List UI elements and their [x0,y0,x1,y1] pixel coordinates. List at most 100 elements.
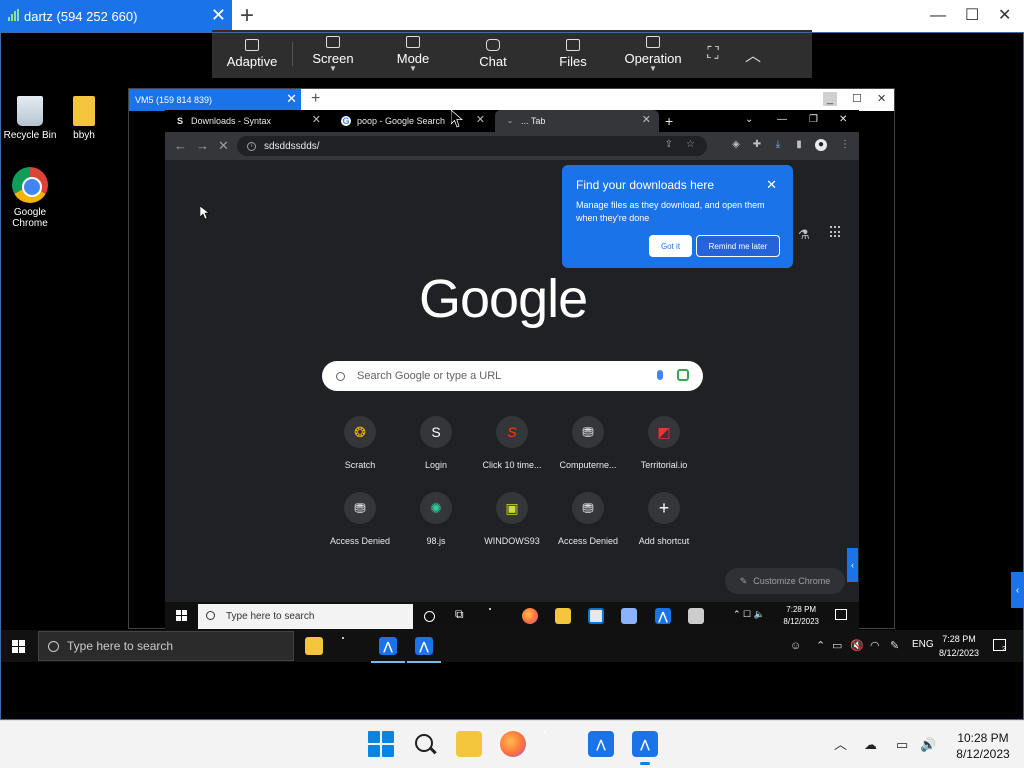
file-explorer-icon[interactable] [555,608,571,624]
stop-icon[interactable]: ✕ [218,138,229,154]
shortcut-tile[interactable]: ▣ WINDOWS93 [472,492,552,546]
omnibox[interactable]: i sdsddssdds/ ⇪ ☆ [237,136,707,156]
search-input[interactable]: Search Google or type a URL [322,361,703,391]
maximize-icon[interactable]: ☐ [965,6,979,26]
battery-icon[interactable]: ▭ [832,639,842,653]
customize-chrome-button[interactable]: ✎ Customize Chrome [725,568,845,594]
info-icon[interactable]: i [247,141,256,151]
back-icon[interactable]: ← [174,138,187,154]
chat-button[interactable]: Chat [453,30,533,78]
mode-button[interactable]: Mode ▼ [373,30,453,78]
shortcut-tile[interactable]: S Login [396,416,476,470]
remind-me-later-button[interactable]: Remind me later [696,235,780,257]
remote-session-tab[interactable]: dartz (594 252 660) ✕ [0,0,232,32]
anydesk-icon[interactable]: ⋀ [632,731,658,765]
shield-extension-icon[interactable]: ◈ [730,139,742,151]
chrome-tab[interactable]: S Downloads - Syntax ✕ [165,110,329,132]
remote-clock[interactable]: 7:28 PM 8/12/2023 [934,632,984,660]
new-tab-icon[interactable]: + [240,3,254,29]
shortcut-tile[interactable]: ⛃ Access Denied [320,492,400,546]
extensions-puzzle-icon[interactable]: ✚ [751,139,763,151]
menu-kebab-icon[interactable]: ⋮ [839,139,851,151]
anydesk-icon[interactable]: ⋀ [588,731,614,757]
anydesk-icon[interactable]: ⋀ [407,637,441,663]
close-tab-icon[interactable]: ✕ [476,114,485,126]
share-icon[interactable]: ⇪ [665,139,673,150]
adaptive-button[interactable]: Adaptive [212,30,292,78]
close-window-icon[interactable]: ✕ [998,6,1011,26]
desktop-icon-recycle-bin[interactable]: Recycle Bin [0,96,60,141]
screen-button[interactable]: Screen ▼ [293,30,373,78]
bookmark-star-icon[interactable]: ☆ [686,139,695,150]
file-explorer-icon[interactable] [456,731,482,757]
language-indicator[interactable]: ENG [912,639,934,650]
microphone-icon[interactable] [657,370,663,380]
people-icon[interactable]: ☺ [790,639,801,653]
cortana-icon[interactable] [424,611,435,622]
anydesk-icon[interactable]: ⋀ [655,608,671,624]
add-shortcut-tile[interactable]: + Add shortcut [624,492,704,546]
show-hidden-icons-icon[interactable]: ⌃ [816,639,825,653]
file-explorer-icon[interactable] [305,637,323,655]
tray-icons[interactable]: ⌃ ☐ 🔈 [733,609,765,620]
minimize-icon[interactable]: _ [823,92,838,106]
network-drive-icon[interactable] [688,608,704,624]
google-lens-icon[interactable] [677,369,689,381]
remote-taskbar-search[interactable]: Type here to search [38,631,294,661]
shortcut-tile[interactable]: ❂ Scratch [320,416,400,470]
remote-app-icon[interactable] [621,608,637,624]
maximize-icon[interactable]: ☐ [852,92,862,106]
minimize-icon[interactable]: — [777,113,787,127]
pen-icon[interactable]: ✎ [890,639,899,653]
vm-taskbar-search[interactable]: Type here to search [198,604,413,629]
close-tab-icon[interactable]: ✕ [211,5,226,25]
windows-start-icon[interactable] [368,731,394,757]
local-clock[interactable]: 10:28 PM 8/12/2023 [948,730,1018,762]
side-panel-toggle[interactable]: ‹ [847,548,858,582]
close-window-icon[interactable]: ✕ [839,113,847,127]
shortcut-tile[interactable]: ✺ 98.js [396,492,476,546]
desktop-icon-google-chrome[interactable]: Google Chrome [0,167,60,229]
anydesk-icon[interactable]: ⋀ [371,637,405,663]
side-panel-icon[interactable]: ▮ [793,139,805,151]
vm-session-tab[interactable]: VM5 (159 814 839) ✕ [129,89,301,111]
close-tab-icon[interactable]: ✕ [286,92,297,106]
got-it-button[interactable]: Got it [649,235,692,257]
shortcut-tile[interactable]: S Click 10 time... [472,416,552,470]
forward-icon[interactable]: → [196,138,209,154]
firefox-icon[interactable] [522,608,538,624]
collapse-toolbar-icon[interactable]: ︿ [733,30,773,78]
notification-icon[interactable] [835,609,847,620]
new-tab-icon[interactable]: + [311,90,320,108]
close-window-icon[interactable]: ✕ [877,92,886,106]
close-icon[interactable]: ✕ [766,177,777,193]
cloud-offline-icon[interactable]: ☁ [864,737,877,753]
search-icon[interactable] [412,731,438,757]
windows-start-icon[interactable] [12,640,25,653]
network-icon[interactable]: ▭ [896,737,908,753]
labs-flask-icon[interactable]: ⚗ [798,227,810,243]
vm-clock[interactable]: 7:28 PM 8/12/2023 [783,604,819,628]
minimize-icon[interactable]: — [930,6,946,26]
shortcut-tile[interactable]: ⛃ Access Denied [548,492,628,546]
volume-muted-icon[interactable]: 🔇 [850,639,864,653]
show-hidden-icons-icon[interactable]: ︿ [834,737,847,753]
store-icon[interactable] [588,608,604,624]
close-tab-icon[interactable]: ✕ [312,114,321,126]
files-button[interactable]: Files [533,30,613,78]
close-tab-icon[interactable]: ✕ [642,114,651,126]
shortcut-tile[interactable]: ⛃ Computerne... [548,416,628,470]
wifi-icon[interactable]: ◠ [870,639,880,653]
new-tab-icon[interactable]: + [665,112,673,130]
task-view-icon[interactable]: ⧉ [455,607,471,623]
operation-button[interactable]: Operation ▼ [613,30,693,78]
download-icon[interactable]: ⤓ [772,139,784,151]
desktop-icon-bbyh[interactable]: bbyh [54,96,114,141]
windows-start-icon[interactable] [176,610,187,621]
fullscreen-icon[interactable]: ⛶ [693,30,733,78]
chrome-tab[interactable]: G poop - Google Search ✕ [331,110,493,132]
firefox-icon[interactable] [500,731,526,757]
tab-search-icon[interactable]: ⌄ [745,113,753,127]
side-panel-toggle[interactable]: ‹ [1011,572,1024,608]
volume-icon[interactable]: 🔊 [920,737,936,753]
